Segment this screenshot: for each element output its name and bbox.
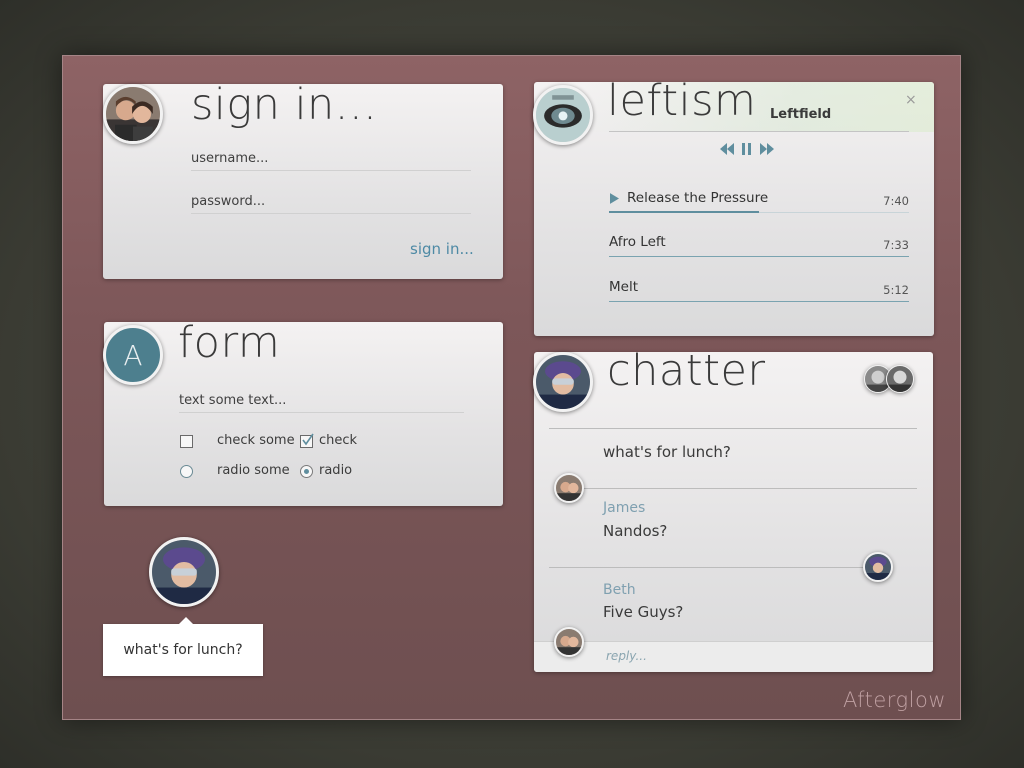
chat-divider [549,428,917,429]
chat-message: Nandos? [603,522,668,540]
form-avatar-letter: A [103,325,163,385]
checkbox-check[interactable] [300,433,314,448]
music-divider [609,131,909,132]
track-row[interactable]: Afro Left 7:33 [609,225,909,257]
brand-label: Afterglow [842,688,946,712]
tooltip-avatar [149,537,219,607]
chat-avatar [554,627,584,657]
username-field[interactable]: username... [191,151,471,171]
album-art-avatar [533,85,593,145]
track-name: Release the Pressure [627,190,769,206]
chat-divider [579,488,917,489]
radio-radio[interactable] [300,465,313,478]
checkbox-check-label: check [319,433,358,448]
chat-message: Five Guys? [603,603,684,621]
chatter-main-avatar [533,352,593,412]
radio-dot-icon [304,469,309,474]
chat-avatar [863,552,893,582]
text-field[interactable]: text some text... [179,393,464,413]
signin-title: sign in... [191,80,378,130]
track-progress-bar [609,211,759,213]
radio-radio-some[interactable] [180,465,193,478]
chat-sender-name: James [603,500,646,516]
form-title: form [178,318,281,368]
fast-forward-icon[interactable] [760,143,774,155]
track-row[interactable]: Release the Pressure 7:40 [609,181,909,213]
track-time: 7:33 [883,238,909,252]
chat-divider [549,567,879,568]
radio-radio-label: radio [319,463,353,478]
radio-radio-some-label: radio some [217,463,290,478]
track-row[interactable]: Melt 5:12 [609,270,909,302]
reply-input[interactable]: reply... [606,649,647,663]
music-panel: leftism Leftfield × Release the Pressure… [534,82,934,336]
close-icon[interactable]: × [905,92,917,108]
track-name: Melt [609,279,638,295]
form-panel: form text some text... check some check … [104,318,503,506]
reply-box[interactable]: reply... [534,641,933,672]
track-name: Afro Left [609,234,666,250]
track-time: 5:12 [883,283,909,297]
tooltip-bubble: what's for lunch? [103,617,263,676]
album-title: leftism [607,82,757,126]
signin-panel: sign in... username... password... sign … [103,80,503,279]
chat-avatar [554,473,584,503]
play-icon[interactable] [610,193,619,204]
participant-avatar [886,365,914,393]
pause-icon[interactable] [742,143,752,155]
chat-sender-name: Beth [603,582,636,598]
artist-name: Leftfield [770,107,832,122]
chatter-title: chatter [607,346,766,396]
chatter-panel: chatter what's for lunch? James Nandos? … [534,346,933,672]
avatar-letter: A [123,338,143,372]
signin-button[interactable]: sign in... [410,240,474,258]
signin-avatar [103,84,163,144]
chat-message: what's for lunch? [603,443,731,461]
checkbox-check-some-label: check some [217,433,295,448]
password-field[interactable]: password... [191,194,471,214]
checkmark-icon [302,433,314,446]
player-controls [720,141,780,157]
track-time: 7:40 [883,194,909,208]
checkbox-check-some[interactable] [180,435,193,448]
rewind-icon[interactable] [720,143,734,155]
